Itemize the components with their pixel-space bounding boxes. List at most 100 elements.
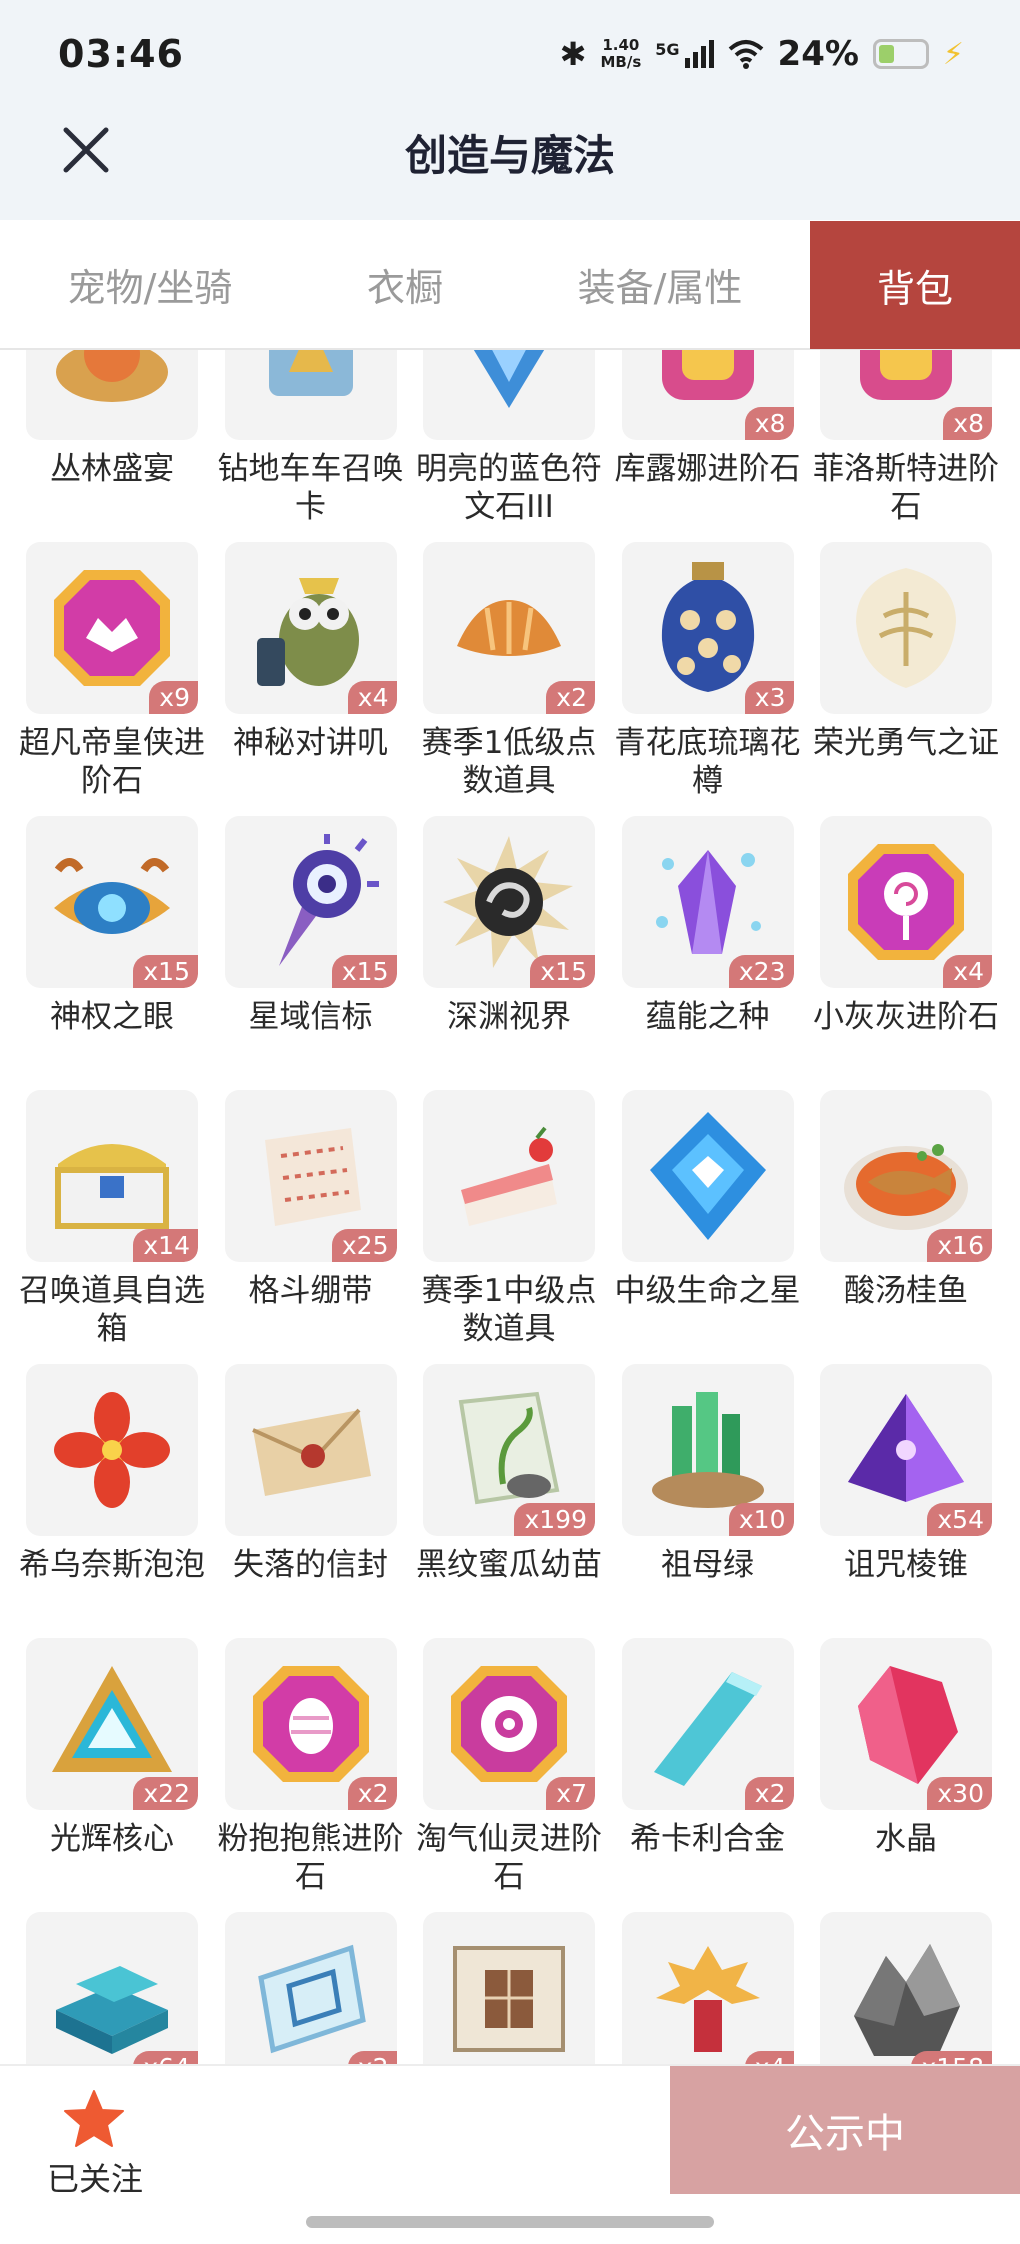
item-count-badge: x15 <box>331 955 397 988</box>
item-count-badge: x9 <box>149 681 198 714</box>
wifi-icon <box>728 40 763 69</box>
item-count-badge: x54 <box>927 1503 992 1536</box>
item-tile[interactable] <box>423 1090 595 1262</box>
item-tile[interactable]: x10 <box>621 1364 794 1536</box>
life-star-icon <box>649 1112 766 1240</box>
star-beacon-icon <box>278 834 379 966</box>
item-count-badge: x22 <box>133 1777 198 1810</box>
item-name: 中级生命之星 <box>614 1273 801 1309</box>
item-tile[interactable]: x25 <box>224 1090 397 1262</box>
divine-eye-icon <box>54 858 170 934</box>
item-count-badge: x7 <box>546 1777 595 1810</box>
radiant-core-icon <box>52 1666 172 1772</box>
item-tile[interactable]: x15 <box>26 816 198 988</box>
item-count-badge: x2 <box>744 1777 794 1810</box>
blueprint-icon <box>453 1946 565 2052</box>
item-tile[interactable] <box>26 1364 198 1536</box>
item-count-badge: x4 <box>347 681 397 714</box>
status-bar: 03:46 ✱ 1.40 MB/s 5G 24% ⚡ <box>0 0 1020 112</box>
item-name: 蕴能之种 <box>645 999 770 1035</box>
inventory-grid: 丛林盛宴 钻地车车召唤卡 明亮的蓝色符文石III x8 库露娜进阶石 x8 菲洛斯特进阶石 x… <box>0 350 1020 2064</box>
notice-button[interactable]: 公示中 <box>670 2066 1020 2194</box>
item-tile[interactable]: x199 <box>423 1364 595 1536</box>
item-tile[interactable]: x3 <box>621 542 794 714</box>
tab-equipment[interactable]: 装备/属性 <box>510 220 810 348</box>
item-name: 菲洛斯特进阶石 <box>813 451 999 525</box>
bottom-bar: 已关注 公示中 <box>0 2064 1020 2244</box>
item-name: 青花底琉璃花樽 <box>614 725 801 799</box>
gem-crown-icon <box>54 570 170 686</box>
gem-fairy-icon <box>451 1666 567 1782</box>
follow-button[interactable]: 已关注 <box>40 2088 150 2198</box>
item-tile[interactable] <box>820 542 992 714</box>
item-tile[interactable]: x7 <box>423 1638 595 1810</box>
network-type: 5G <box>655 40 680 59</box>
item-tile[interactable] <box>423 350 595 440</box>
item-count-badge: x10 <box>728 1503 794 1536</box>
item-tile[interactable]: x2 <box>224 1912 397 2064</box>
tab-backpack[interactable]: 背包 <box>810 221 1020 349</box>
status-time: 03:46 <box>58 32 184 76</box>
envelope-icon <box>251 1408 371 1496</box>
item-tile[interactable]: x2 <box>224 1638 397 1810</box>
item-tile[interactable]: x54 <box>820 1364 992 1536</box>
item-name: 超凡帝皇侠进阶石 <box>19 725 205 799</box>
item-tile[interactable]: x22 <box>26 1638 198 1810</box>
item-tile[interactable]: x15 <box>423 816 595 988</box>
flower-icon <box>54 1392 170 1508</box>
item-name: 希卡利合金 <box>630 1821 785 1857</box>
item-name: 库露娜进阶石 <box>614 451 801 487</box>
item-tile[interactable] <box>26 350 198 440</box>
item-tile[interactable] <box>224 1364 397 1536</box>
item-count-badge: x8 <box>744 407 794 440</box>
item-tile[interactable] <box>224 350 397 440</box>
item-name: 黑纹蜜瓜幼苗 <box>416 1547 602 1583</box>
fish-dish-icon <box>844 1144 968 1230</box>
battery-icon <box>872 39 929 69</box>
item-tile[interactable]: x4 <box>820 816 992 988</box>
sheikah-seal-icon <box>257 1944 366 2054</box>
item-name: 钻地车车召唤卡 <box>217 451 404 525</box>
item-tile[interactable]: x15 <box>224 816 397 988</box>
item-tile[interactable] <box>621 1090 794 1262</box>
item-tile[interactable]: x2 <box>621 1638 794 1810</box>
item-tile[interactable]: x4 <box>224 542 397 714</box>
item-count-badge: x15 <box>133 955 198 988</box>
item-name: 粉抱抱熊进阶石 <box>217 1821 404 1895</box>
item-count-badge: x4 <box>943 955 992 988</box>
tab-pets-mounts[interactable]: 宠物/坐骑 <box>0 220 300 348</box>
drill-card-icon <box>268 350 353 396</box>
item-count-badge: x14 <box>133 1229 198 1262</box>
item-tile[interactable]: x30 <box>820 1638 992 1810</box>
blue-rune-icon <box>473 350 545 408</box>
battery-percent: 24% <box>777 34 859 74</box>
item-tile[interactable] <box>423 1912 595 2064</box>
item-count-badge: x8 <box>943 407 992 440</box>
item-tile[interactable]: x4 <box>621 1912 794 2064</box>
item-count-badge: x4 <box>744 2051 794 2064</box>
item-name: 召唤道具自选箱 <box>19 1273 205 1347</box>
item-tile[interactable]: x8 <box>621 350 794 440</box>
item-name: 神秘对讲叽 <box>233 725 388 761</box>
item-count-badge: x2 <box>347 2051 397 2064</box>
item-tile[interactable]: x2 <box>423 542 595 714</box>
item-tile[interactable]: x9 <box>26 542 198 714</box>
item-tile[interactable]: x158 <box>820 1912 992 2064</box>
item-tile[interactable]: x8 <box>820 350 992 440</box>
home-indicator[interactable] <box>306 2216 714 2228</box>
item-count-badge: x64 <box>133 2051 198 2064</box>
iron-ore-icon <box>854 1944 960 2056</box>
emerald-icon <box>651 1392 764 1508</box>
network-speed-value: 1.40 <box>602 36 640 54</box>
item-tile[interactable]: x14 <box>26 1090 198 1262</box>
tab-bar: 宠物/坐骑 衣橱 装备/属性 背包 <box>0 220 1020 350</box>
item-count-badge: x15 <box>530 955 595 988</box>
item-tile[interactable]: x16 <box>820 1090 992 1262</box>
follow-label: 已关注 <box>46 2160 143 2198</box>
feast-icon <box>56 350 168 402</box>
item-tile[interactable]: x64 <box>26 1912 198 2064</box>
item-tile[interactable]: x23 <box>621 816 794 988</box>
item-name: 星域信标 <box>248 999 373 1035</box>
walkie-bird-icon <box>256 578 359 686</box>
tab-wardrobe[interactable]: 衣橱 <box>300 220 510 348</box>
